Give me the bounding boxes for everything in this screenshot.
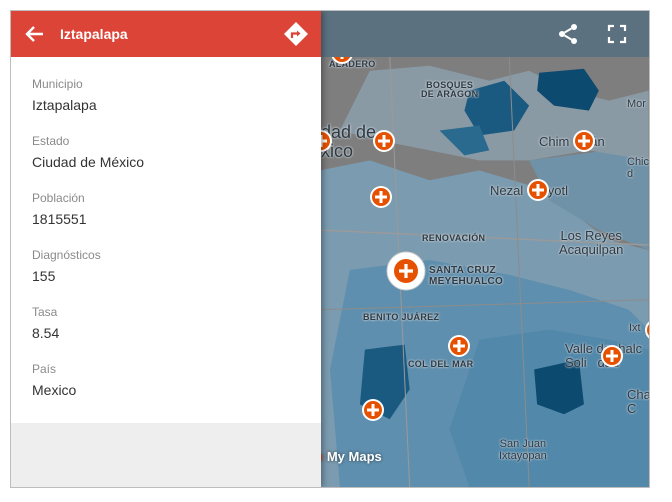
field-diagnosticos: Diagnósticos 155 <box>32 248 321 305</box>
selected-map-marker[interactable] <box>386 251 426 291</box>
field-label: Estado <box>32 134 70 148</box>
map-label-col-del-mar: COL DEL MAR <box>408 359 474 369</box>
panel-footer <box>11 423 321 487</box>
map-marker[interactable] <box>572 129 596 153</box>
field-label: Municipio <box>32 77 83 91</box>
panel-header: Iztapalapa <box>11 11 321 57</box>
field-pais: País Mexico <box>32 362 321 419</box>
my-maps-branding: e My Maps <box>316 449 382 464</box>
map-marker[interactable] <box>526 178 550 202</box>
map-label-ixt: Ixt <box>629 322 641 334</box>
panel-title: Iztapalapa <box>60 26 128 42</box>
field-value: 8.54 <box>32 325 60 341</box>
map-label-benito-juarez: BENITO JUÁREZ <box>363 312 440 322</box>
map-marker[interactable] <box>369 185 393 209</box>
map-marker[interactable] <box>600 344 624 368</box>
field-value: 155 <box>32 268 56 284</box>
share-icon[interactable] <box>556 22 580 46</box>
map-label-los-reyes-acaquilpan: Los Reyes Acaquilpan <box>559 228 624 257</box>
map-frame: ALADERO BOSQUES DE ARAGON dad de xico Ch… <box>10 10 650 488</box>
field-label: Diagnósticos <box>32 248 101 262</box>
field-municipio: Municipio Iztapalapa <box>32 77 321 134</box>
map-label-santa-cruz-meyehualco: SANTA CRUZ MEYEHUALCO <box>429 265 504 287</box>
map-label-san-juan-ixtayopan: San Juan Ixtayopan <box>499 438 547 462</box>
field-value: Ciudad de México <box>32 154 145 170</box>
map-marker[interactable] <box>372 129 396 153</box>
field-value: Iztapalapa <box>32 97 97 113</box>
map-marker[interactable] <box>447 334 471 358</box>
info-panel: Iztapalapa Municipio Iztapalapa Estado C… <box>11 11 321 487</box>
field-list: Municipio Iztapalapa Estado Ciudad de Mé… <box>11 57 321 419</box>
field-label: Tasa <box>32 305 58 319</box>
map-label-bosques-de-aragon: BOSQUES DE ARAGON <box>421 80 479 100</box>
field-poblacion: Población 1815551 <box>32 191 321 248</box>
fullscreen-icon[interactable] <box>605 22 629 46</box>
map-label-cha: Cha C <box>627 387 650 416</box>
map-label-chic: Chic d <box>627 156 650 180</box>
map-label-mor: Mor <box>627 98 646 110</box>
field-value: Mexico <box>32 382 77 398</box>
field-tasa: Tasa 8.54 <box>32 305 321 362</box>
map-marker[interactable] <box>361 398 385 422</box>
field-estado: Estado Ciudad de México <box>32 134 321 191</box>
field-value: 1815551 <box>32 211 87 227</box>
directions-icon[interactable] <box>283 21 309 47</box>
field-label: Población <box>32 191 85 205</box>
map-marker[interactable] <box>644 318 650 342</box>
field-label: País <box>32 362 57 376</box>
back-arrow-icon[interactable] <box>23 22 47 46</box>
map-label-renovacion: RENOVACIÓN <box>422 233 486 243</box>
